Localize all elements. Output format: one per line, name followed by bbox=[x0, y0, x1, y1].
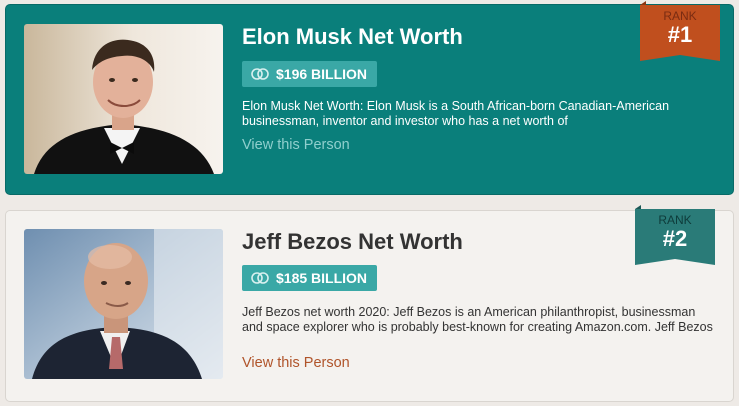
person-title[interactable]: Elon Musk Net Worth bbox=[242, 24, 463, 50]
view-person-link[interactable]: View this Person bbox=[242, 354, 350, 372]
coins-icon bbox=[251, 272, 269, 284]
rank-label: RANK bbox=[663, 9, 697, 23]
rank-label: RANK bbox=[658, 213, 692, 227]
view-person-link[interactable]: View this Person bbox=[242, 136, 350, 154]
person-title[interactable]: Jeff Bezos Net Worth bbox=[242, 229, 463, 255]
person-card-jeff-bezos[interactable]: Jeff Bezos Net Worth $185 BILLION Jeff B… bbox=[5, 205, 734, 402]
person-card-elon-musk[interactable]: Elon Musk Net Worth $196 BILLION Elon Mu… bbox=[5, 1, 734, 195]
net-worth-value: $196 BILLION bbox=[276, 66, 368, 82]
rank-number: #1 bbox=[667, 22, 693, 47]
person-photo-jeff-bezos[interactable] bbox=[24, 229, 223, 379]
rank-ribbon: RANK #1 bbox=[640, 1, 720, 65]
coins-icon bbox=[251, 68, 269, 80]
net-worth-badge: $196 BILLION bbox=[242, 61, 378, 87]
rank-ribbon: RANK #2 bbox=[635, 205, 715, 269]
person-description: Elon Musk Net Worth: Elon Musk is a Sout… bbox=[242, 99, 670, 128]
net-worth-badge: $185 BILLION bbox=[242, 265, 378, 291]
rank-number: #2 bbox=[662, 226, 688, 251]
net-worth-value: $185 BILLION bbox=[276, 270, 368, 286]
person-photo-elon-musk[interactable] bbox=[24, 24, 223, 174]
person-description: Jeff Bezos net worth 2020: Jeff Bezos is… bbox=[242, 305, 713, 334]
